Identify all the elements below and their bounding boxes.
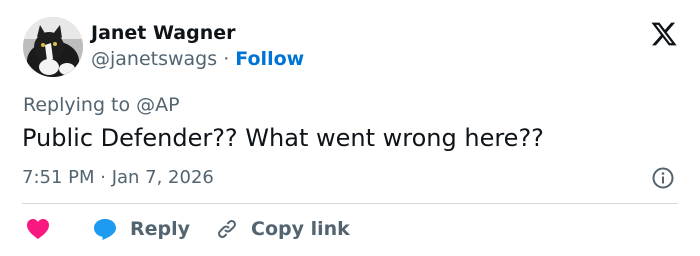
handle-row: @janetswags · Follow xyxy=(91,48,304,70)
copy-link-button[interactable]: Copy link xyxy=(215,215,350,243)
x-logo-icon[interactable] xyxy=(650,20,678,48)
replying-prefix: Replying to xyxy=(23,94,131,116)
separator-dot: · xyxy=(223,48,230,70)
mention-link[interactable]: @AP xyxy=(136,94,179,116)
link-icon xyxy=(218,220,236,238)
reply-button[interactable]: Reply xyxy=(92,215,190,243)
timestamp[interactable]: 7:51 PM · Jan 7, 2026 xyxy=(22,167,214,188)
divider xyxy=(22,203,678,204)
tweet-text: Public Defender?? What went wrong here?? xyxy=(22,124,544,152)
reply-label: Reply xyxy=(130,218,191,240)
heart-icon xyxy=(27,219,49,239)
like-button[interactable] xyxy=(26,215,50,243)
info-icon[interactable] xyxy=(651,166,675,190)
avatar[interactable] xyxy=(23,17,83,77)
replying-to: Replying to @AP xyxy=(23,94,180,116)
copy-link-label: Copy link xyxy=(251,218,350,240)
reply-bubble-icon xyxy=(94,219,116,240)
user-handle[interactable]: @janetswags xyxy=(91,48,217,70)
avatar-cat-image xyxy=(23,17,83,77)
display-name[interactable]: Janet Wagner xyxy=(91,22,236,44)
follow-button[interactable]: Follow xyxy=(235,48,304,70)
